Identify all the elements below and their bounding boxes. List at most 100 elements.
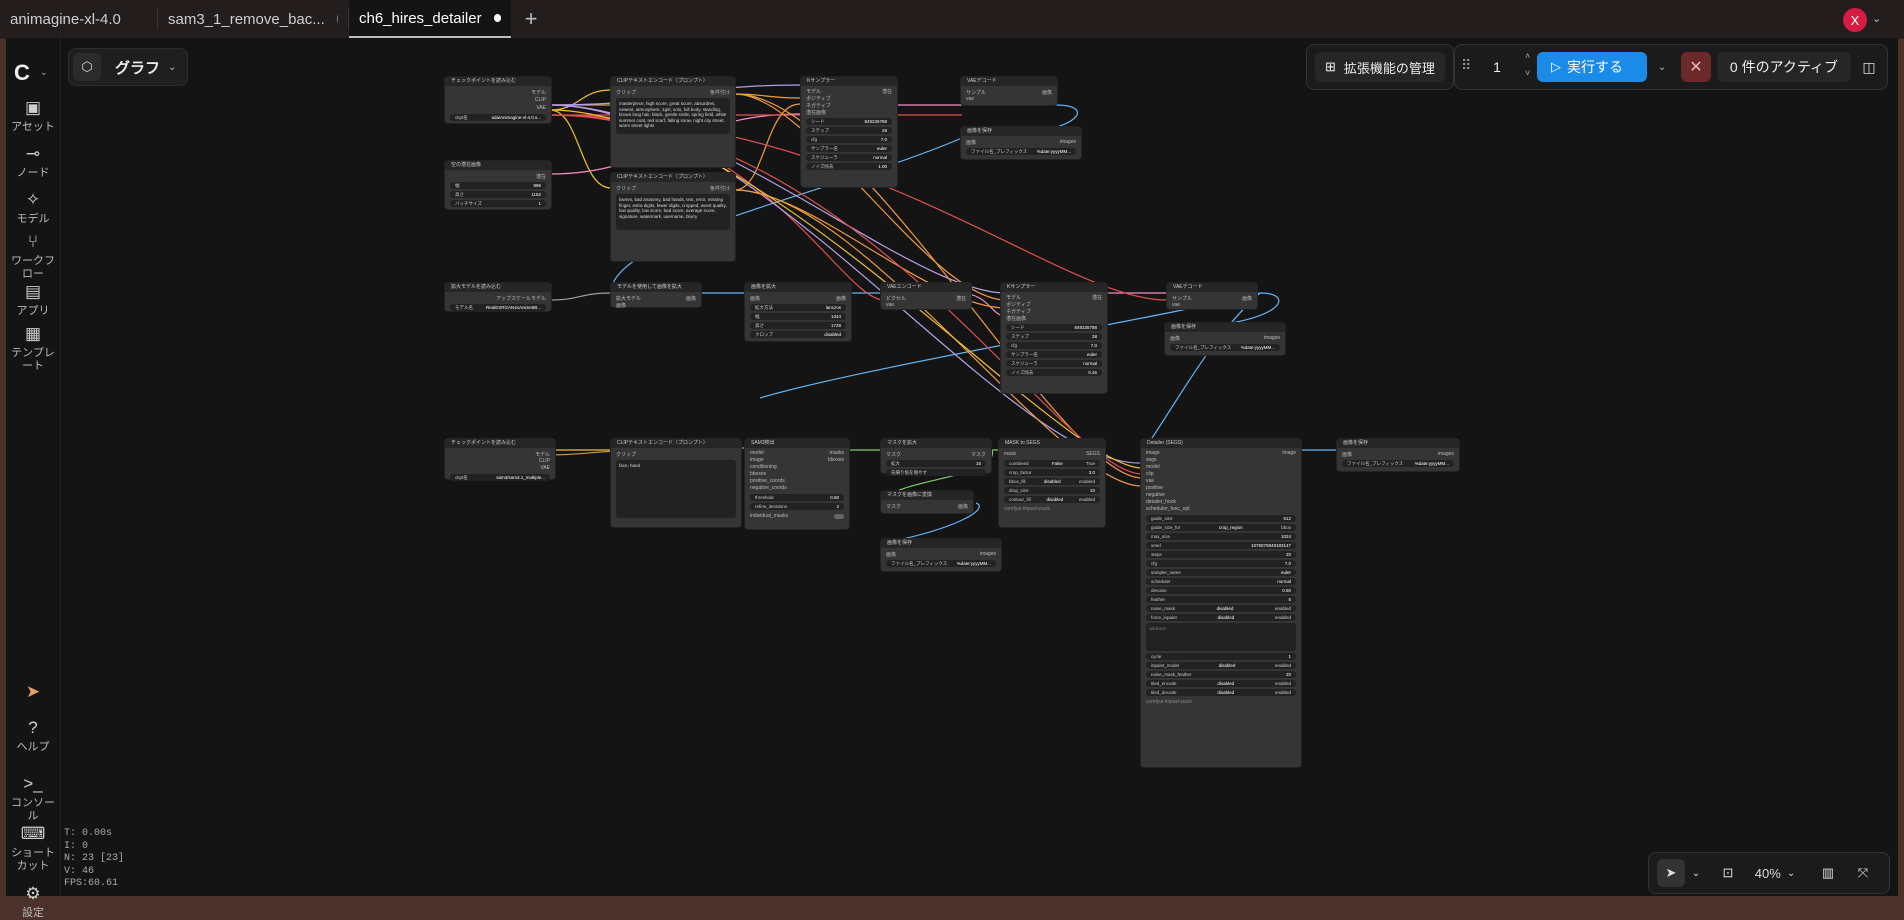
seed-widget[interactable]: シード 849235788	[806, 118, 892, 125]
node-io-row[interactable]: クリップ	[616, 450, 736, 458]
combined-widget[interactable]: combined False True	[1004, 460, 1100, 467]
guide-size-for-widget[interactable]: guide_size_for crop_region bbox	[1146, 524, 1296, 531]
node-output[interactable]: CLIP	[450, 96, 546, 104]
node-upscale-model-loader[interactable]: 拡大モデルを読み込む アップスケールモデル モデル名 RealESRGAN4xAn…	[444, 282, 552, 312]
sidebar-item-models[interactable]: ✧ モデル	[6, 190, 60, 226]
sidebar-item-assets[interactable]: ▣ アセット	[6, 98, 60, 134]
node-io-row[interactable]: マスク 画像	[886, 502, 968, 510]
prompt-textarea[interactable]: lowres, bad anatomy, bad hands, text, er…	[616, 194, 730, 230]
sidebar-item-settings[interactable]: ⚙ 設定	[6, 884, 60, 920]
node-vae-decode-2[interactable]: VAEデコード サンプル 画像 vae	[1166, 282, 1258, 310]
node-upscale-with-model[interactable]: モデルを使用して画像を拡大 拡大モデル 画像 画像	[610, 282, 702, 309]
drag-handle-icon[interactable]: ⠿	[1461, 57, 1471, 74]
tiled-encode-widget[interactable]: tiled_encode disabled enabled	[1146, 680, 1296, 687]
node-input[interactable]: vae	[966, 95, 1052, 103]
sampler-widget[interactable]: サンプラー名 euler	[1006, 351, 1102, 358]
width-widget[interactable]: 幅 1344	[750, 313, 846, 320]
node-io-row[interactable]: クリップ 条件付け	[616, 184, 730, 192]
noise-mask-feather-widget[interactable]: noise_mask_feather 20	[1146, 671, 1296, 678]
cfg-widget[interactable]: cfg 7.0	[1006, 342, 1102, 349]
force-inpaint-widget[interactable]: force_inpaint disabled enabled	[1146, 614, 1296, 621]
node-io-row[interactable]: マスク マスク	[886, 450, 986, 458]
manage-extensions-button[interactable]: ⊞ 拡張機能の管理	[1315, 52, 1445, 82]
node-save-image-4[interactable]: 画像を保存 画像 images ファイル名_プレフィックス %date:yyyyMM…	[1336, 438, 1460, 472]
denoise-widget[interactable]: ノイズ除去 1.00	[806, 163, 892, 170]
node-mask-to-segs[interactable]: MASK to SEGS mask SEGS combined False True …	[998, 438, 1106, 528]
user-avatar[interactable]: X	[1843, 8, 1867, 32]
seed-widget[interactable]: シード 849235788	[1006, 324, 1102, 331]
sidebar-item-help[interactable]: ? ヘルプ	[6, 718, 60, 754]
cfg-widget[interactable]: cfg 7.0	[1146, 560, 1296, 567]
model-name-widget[interactable]: モデル名 RealESRGAN4xAnime6B...	[450, 304, 546, 311]
scheduler-widget[interactable]: スケジューラ normal	[806, 154, 892, 161]
node-vae-encode[interactable]: VAEエンコード ピクセル 潜在 vae	[880, 282, 972, 310]
node-input[interactable]: vae	[1172, 301, 1252, 309]
node-output[interactable]: 潜在	[450, 172, 546, 180]
node-io-row[interactable]: 画像 images	[886, 550, 996, 558]
cancel-button[interactable]: ✕	[1681, 52, 1711, 82]
method-widget[interactable]: 拡大方法 lanczos	[750, 304, 846, 311]
ckpt-name-widget[interactable]: ckpt名 adaiAnimagine-xl-4.0.s...	[450, 114, 546, 121]
node-input[interactable]: negative_coords	[750, 484, 844, 492]
node-output[interactable]: アップスケールモデル	[450, 294, 546, 302]
node-input[interactable]: scheduler_func_opt	[1146, 505, 1296, 513]
height-widget[interactable]: 高さ 1152	[450, 191, 546, 198]
node-io-row[interactable]: 画像 images	[966, 138, 1076, 146]
seed-widget[interactable]: seed 1079070848183147	[1146, 542, 1296, 549]
bbox-fill-widget[interactable]: bbox_fill disabled enabled	[1004, 478, 1100, 485]
prefix-widget[interactable]: ファイル名_プレフィックス %date:yyyyMM...	[966, 148, 1076, 155]
node-grow-mask[interactable]: マスクを拡大 マスク マスク 拡大 16 先細り角を増やす	[880, 438, 992, 476]
sidebar-item-templates[interactable]: ▦ テンプレート	[6, 324, 60, 373]
graph-canvas[interactable]: チェックポイントを読み込む モデル CLIP VAE ckpt名 adaiAnim…	[60, 38, 1898, 896]
node-clip-text[interactable]: CLIPテキストエンコード（プロンプト） クリップ face, hand	[610, 438, 742, 528]
fit-view-button[interactable]: ⊡	[1715, 859, 1741, 887]
cycle-widget[interactable]: cycle 1	[1146, 653, 1296, 660]
sampler-widget[interactable]: サンプラー名 euler	[806, 145, 892, 152]
run-button[interactable]: ▷ 実行する	[1537, 52, 1647, 82]
run-options-button[interactable]: ⌄	[1651, 52, 1673, 82]
width-widget[interactable]: 幅 896	[450, 182, 546, 189]
drop-size-widget[interactable]: drop_size 10	[1004, 487, 1100, 494]
crop-widget[interactable]: クロップ disabled	[750, 331, 846, 338]
batch-widget[interactable]: バッチサイズ 1	[450, 200, 546, 207]
node-checkpoint-loader[interactable]: チェックポイントを読み込む モデル CLIP VAE ckpt名 adaiAnim…	[444, 76, 552, 124]
node-image-scale[interactable]: 画像を拡大 画像 画像 拡大方法 lanczos 幅 1344 高さ 1728 クロップ…	[744, 282, 852, 342]
node-vae-decode-1[interactable]: VAEデコード サンプル 画像 vae	[960, 76, 1058, 106]
prefix-widget[interactable]: ファイル名_プレフィックス %date:yyyyMM...	[886, 560, 996, 567]
node-io-row[interactable]: mask SEGS	[1004, 450, 1100, 458]
app-logo[interactable]: C	[14, 60, 30, 86]
sidebar-item-nodes[interactable]: ⊸ ノード	[6, 144, 60, 180]
scheduler-widget[interactable]: scheduler normal	[1146, 578, 1296, 585]
node-sam3-detect[interactable]: SAM3検出 model masks image bboxes conditioni…	[744, 438, 850, 530]
crop-factor-widget[interactable]: crop_factor 3.0	[1004, 469, 1100, 476]
node-io-row[interactable]: 画像 images	[1170, 334, 1280, 342]
max-size-widget[interactable]: max_size 1024	[1146, 533, 1296, 540]
graph-menu-button[interactable]: ⬡ グラフ ⌄	[68, 48, 188, 86]
wildcard-textarea[interactable]: wildcard	[1146, 623, 1296, 651]
node-empty-latent[interactable]: 空の潜在画像 潜在 幅 896 高さ 1152 バッチサイズ 1	[444, 160, 552, 210]
node-ksampler-1[interactable]: Kサンプラー モデル 潜在 ポジティブ ネガティブ 潜在画像 シード 8492357…	[800, 76, 898, 188]
height-widget[interactable]: 高さ 1728	[750, 322, 846, 329]
tiled-decode-widget[interactable]: tiled_decode disabled enabled	[1146, 689, 1296, 696]
individual-masks-toggle[interactable]: individual_masks	[750, 512, 844, 520]
steps-widget[interactable]: ステップ 28	[1006, 333, 1102, 340]
active-jobs-button[interactable]: 0 件のアクティブ	[1717, 52, 1851, 82]
tab-sam3[interactable]: sam3_1_remove_bac...	[158, 0, 348, 38]
feather-widget[interactable]: feather 5	[1146, 596, 1296, 603]
scheduler-widget[interactable]: スケジューラ normal	[1006, 360, 1102, 367]
noise-mask-widget[interactable]: noise_mask disabled enabled	[1146, 605, 1296, 612]
node-checkpoint-loader-sam[interactable]: チェックポイントを読み込む モデル CLIP VAE ckpt名 sam3/sam…	[444, 438, 556, 481]
node-output[interactable]: VAE	[450, 464, 550, 472]
queue-count-input[interactable]: 1	[1477, 52, 1517, 82]
node-save-image-1[interactable]: 画像を保存 画像 images ファイル名_プレフィックス %date:yyyyMM…	[960, 126, 1082, 160]
threshold-widget[interactable]: threshold 0.50	[750, 494, 844, 501]
sidebar-item-shortcuts[interactable]: ⌨ ショートカット	[6, 824, 60, 873]
denoise-widget[interactable]: denoise 0.50	[1146, 587, 1296, 594]
tool-menu-button[interactable]: ⌄	[1687, 859, 1705, 887]
toggle-panel-button[interactable]: ◫	[1855, 52, 1883, 82]
select-tool-button[interactable]: ➤	[1657, 859, 1685, 887]
prefix-widget[interactable]: ファイル名_プレフィックス %date:yyyyMM...	[1342, 460, 1454, 467]
sidebar-item-apps[interactable]: ▤ アプリ	[6, 282, 60, 318]
contour-fill-widget[interactable]: contour_fill disabled enabled	[1004, 496, 1100, 503]
node-save-image-3[interactable]: 画像を保存 画像 images ファイル名_プレフィックス %date:yyyyMM…	[880, 538, 1002, 572]
